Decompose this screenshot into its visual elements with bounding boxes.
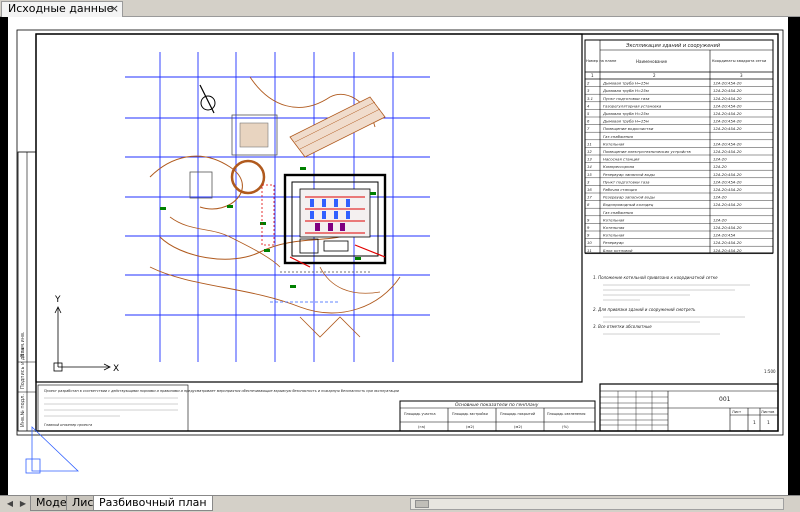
explication-row-coords: 12А-20;45А: [713, 233, 736, 238]
explication-row-name: Блок котловой: [603, 248, 633, 253]
explication-row-coords: 12А-20;45А-20: [713, 202, 742, 207]
stamp-number: 001: [719, 396, 731, 403]
indicators-value: (м2): [514, 424, 523, 429]
document-tab-strip: Исходные данные ГП1.dwg* ×: [0, 0, 800, 29]
close-icon[interactable]: ×: [110, 2, 119, 16]
layout-tabs-bar: ◀ ▶ Модель Лист Разбивочный план: [0, 495, 800, 512]
side-stamp-label: Подпись и дата: [20, 348, 26, 389]
explication-row-name: Дымовая труба Н=25м: [602, 81, 649, 86]
explication-row-number: 11: [587, 141, 592, 146]
explication-row-name: Газорегуляторная установка: [603, 103, 662, 108]
explication-row-number: 3.1: [587, 96, 593, 101]
explication-row-coords: 12А-20: [713, 164, 727, 169]
indicators-value: (%): [562, 424, 569, 429]
scroll-thumb[interactable]: [415, 500, 429, 508]
nav-first-icon[interactable]: ◀: [4, 498, 16, 510]
explication-row-coords: 12А-20;45А-20: [713, 103, 742, 108]
cad-app-window: { "document_tab": { "label": "Исходные д…: [0, 0, 800, 512]
indicators-col: Площадь застройки: [452, 412, 488, 416]
document-tab[interactable]: Исходные данные ГП1.dwg* ×: [1, 1, 123, 29]
explication-row-name: Водопроводный колодец: [603, 202, 654, 207]
explication-row-name: Резервуар запасной воды: [603, 195, 655, 200]
explication-row-coords: 12А-20;45А-20: [713, 172, 742, 177]
sheet-label: Лист: [732, 410, 741, 414]
explication-row-number: 17: [587, 195, 592, 200]
explication-row-name: Помещение водоочистки: [603, 126, 654, 131]
explication-row-name: Дымовая труба Н=25м: [602, 119, 649, 124]
explication-row-coords: 12А-20;45А-20: [713, 248, 742, 253]
explication-row-coords: 12А-20;45А-20: [713, 111, 742, 116]
explication-row-coords: 12А-20: [713, 157, 727, 162]
explication-row-coords: 12А-20;45А-20: [713, 88, 742, 93]
ucs-x-label: X: [113, 364, 119, 374]
indicators-value: (га): [418, 424, 426, 429]
explication-row-name: Помещение электротехнических устройств: [603, 149, 692, 154]
explication-col-header: Номер на плане: [586, 59, 617, 63]
explication-row-name: Насосная станция: [603, 157, 640, 162]
paper-sheet: [8, 17, 788, 495]
indicators-header: Основные показатели по генплану: [455, 402, 539, 408]
explication-row-name: Пункт подготовки газа: [603, 96, 650, 101]
explication-title: Экспликация зданий и сооружений: [625, 43, 721, 49]
drawing-svg: Взам.инв. Подпись и дата Инв.№ подл. Y X…: [8, 17, 788, 495]
ucs-y-label: Y: [54, 295, 61, 305]
explication-row-coords: 12А-20: [713, 195, 727, 200]
explication-row-coords: 12А-20: [713, 217, 727, 222]
horizontal-scrollbar[interactable]: [410, 498, 784, 510]
sheet-label: Листов: [761, 410, 774, 414]
drawing-canvas[interactable]: Взам.инв. Подпись и дата Инв.№ подл. Y X…: [0, 17, 800, 495]
explication-row-name: Рабочая станция: [603, 187, 638, 192]
explication-row-coords: 12А-20;45А-20: [713, 187, 742, 192]
indicators-value: (м2): [466, 424, 475, 429]
explication-row-number: 11: [587, 248, 592, 253]
explication-row-name: Газ снабжения: [603, 210, 634, 215]
explication-row-name: Котельная: [603, 217, 625, 222]
explication-row-name: Резервуар: [603, 240, 624, 245]
explication-row-name: Резервуар запасной воды: [603, 172, 655, 177]
explication-col-header: Наименование: [636, 59, 668, 64]
left-note-signature: Главный инженер проекта: [44, 423, 92, 427]
explication-row-name: Дымовая труба Н=25м: [602, 88, 649, 93]
indicators-col: Площадь участка: [404, 412, 436, 416]
explication-row-coords: 12А-20;45А-20: [713, 96, 742, 101]
explication-row-name: Пункт подготовки газа: [603, 179, 650, 184]
left-note-text: Проект разработан в соответствии с дейст…: [44, 389, 400, 393]
explication-row-name: Котельная: [603, 141, 625, 146]
nav-last-icon[interactable]: ▶: [17, 498, 29, 510]
explication-col-header: Координаты квадрата сетки: [712, 59, 767, 63]
explication-row-coords: 12А-20;45А-20: [713, 141, 742, 146]
explication-row-number: 13: [587, 157, 592, 162]
note-line: 1. Положение котельной привязано к коорд…: [593, 275, 718, 280]
explication-row-coords: 12А-20;45А-20: [713, 119, 742, 124]
explication-row-name: Газ снабжения: [603, 134, 634, 139]
sheet-value: 1: [753, 420, 756, 426]
indicators-col: Площадь озеленения: [547, 412, 585, 416]
stamp-scale: 1:500: [764, 369, 776, 374]
explication-row-coords: 12А-20;45А-20: [713, 240, 742, 245]
note-line: 2. Для привязки зданий и сооружений смот…: [593, 307, 696, 312]
explication-row-name: Дымовая труба Н=25м: [602, 111, 649, 116]
explication-row-name: Компрессорная: [603, 164, 635, 169]
explication-row-coords: 12А-20;45А-20: [713, 81, 742, 86]
explication-row-coords: 12А-20;45А-20: [713, 126, 742, 131]
explication-row-number: 16: [587, 187, 592, 192]
note-line: 3. Все отметки абсолютные: [593, 324, 652, 329]
explication-row-number: 14: [587, 164, 592, 169]
scroll-corner: [784, 496, 800, 512]
tab-layout-plan[interactable]: Разбивочный план: [93, 496, 213, 511]
explication-row-name: Котельная: [603, 225, 625, 230]
explication-row-coords: 12А-20;45А-20: [713, 225, 742, 230]
explication-row-number: 15: [587, 172, 592, 177]
explication-row-number: 12: [587, 149, 592, 154]
sheet-value: 1: [767, 420, 770, 426]
side-stamp-label: Инв.№ подл.: [20, 394, 26, 427]
explication-row-name: Котельная: [603, 233, 625, 238]
explication-row-coords: 12А-20;45А-20: [713, 179, 742, 184]
indicators-col: Площадь покрытий: [500, 412, 535, 416]
explication-row-coords: 12А-20;45А-20: [713, 149, 742, 154]
explication-row-number: 10: [587, 240, 592, 245]
